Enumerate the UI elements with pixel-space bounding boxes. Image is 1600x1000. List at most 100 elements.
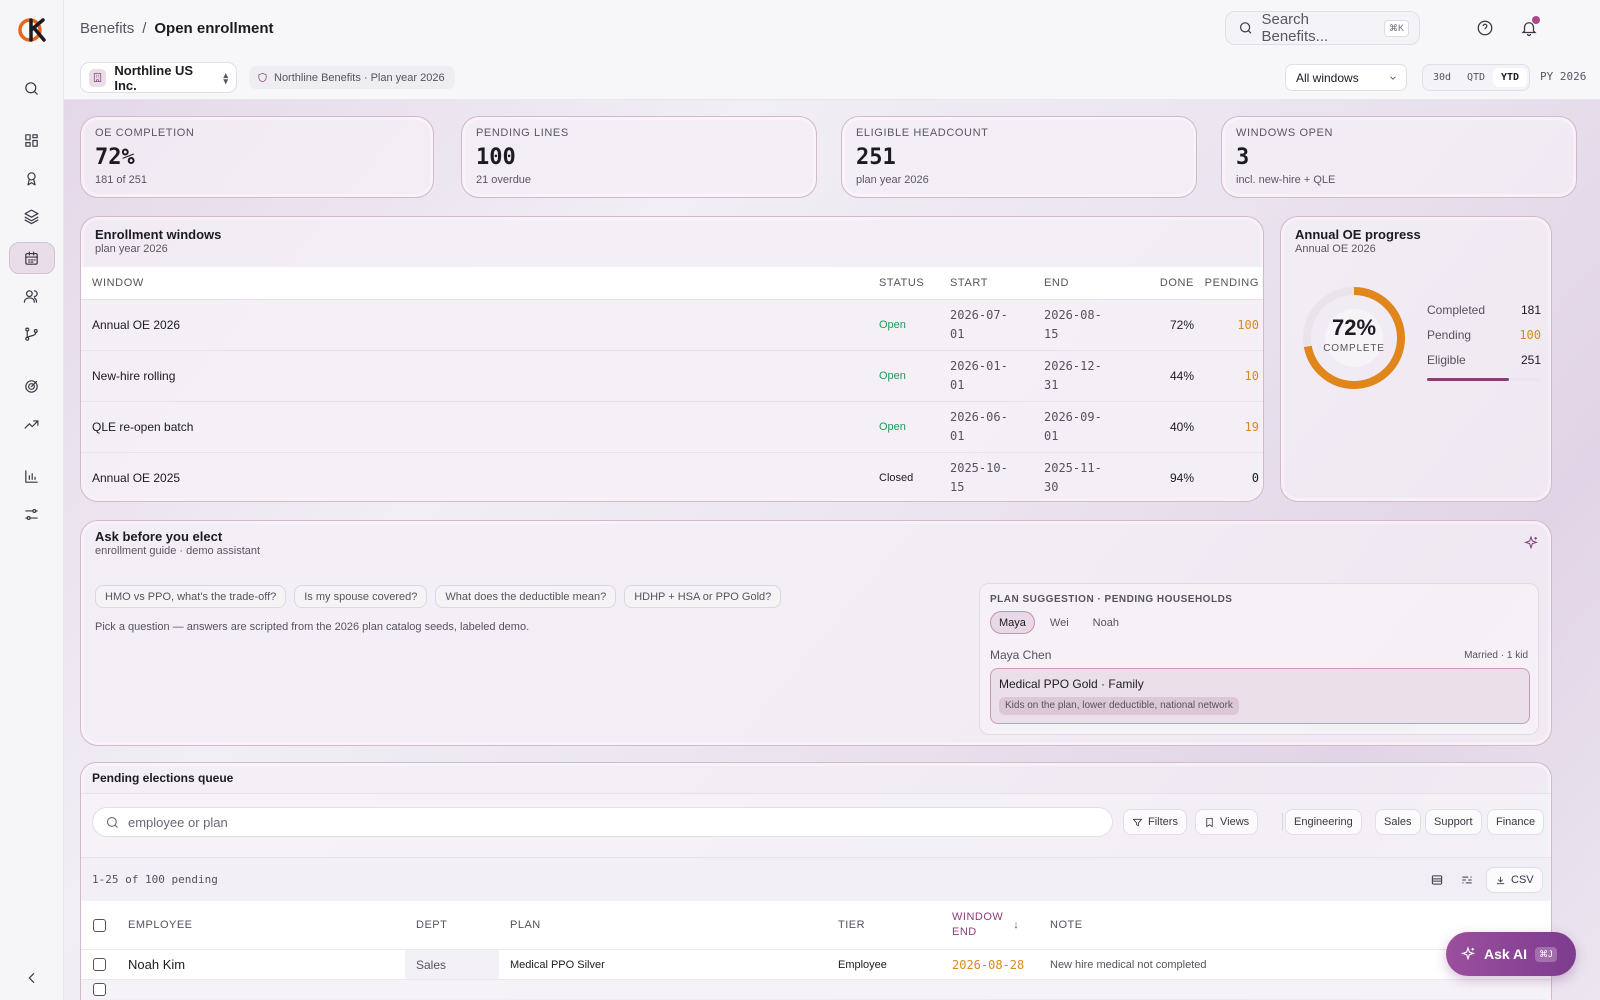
dept-filter-sales[interactable]: Sales [1375, 809, 1421, 835]
card-title: Ask before you elect [95, 529, 223, 544]
sidebar-search-icon[interactable] [9, 72, 55, 104]
filters-button[interactable]: Filters [1123, 809, 1187, 835]
shield-icon [258, 72, 267, 83]
range-ytd[interactable]: YTD [1493, 68, 1527, 87]
col-plan[interactable]: PLAN [499, 919, 827, 931]
queue-search-input[interactable]: employee or plan [92, 807, 1113, 837]
kpi-label: WINDOWS OPEN [1236, 127, 1334, 139]
table-header: WINDOW STATUS START END DONE PENDING [81, 267, 1263, 299]
question-chip[interactable]: HDHP + HSA or PPO Gold? [624, 585, 782, 608]
dashboard-icon[interactable] [9, 124, 55, 156]
ask-ai-button[interactable]: Ask AI ⌘J [1446, 932, 1576, 976]
employee-plan: Medical PPO Silver [510, 958, 605, 971]
dept-filter-engineering[interactable]: Engineering [1285, 809, 1362, 835]
row-checkbox[interactable] [92, 983, 106, 996]
download-icon [1496, 876, 1505, 884]
col-start[interactable]: START [950, 277, 1044, 289]
col-end[interactable]: END [1044, 277, 1144, 289]
col-window-end[interactable]: WINDOW END ↓ [941, 910, 1039, 941]
donut-percent: 72% [1331, 315, 1377, 340]
toolbar-divider [1282, 813, 1283, 831]
completion-bar [1427, 378, 1541, 381]
household-tabs: Maya Wei Noah [990, 611, 1528, 634]
question-chip[interactable]: HMO vs PPO, what's the trade-off? [95, 585, 287, 608]
kpi-value: 3 [1236, 145, 1250, 170]
help-icon[interactable] [1476, 19, 1494, 37]
tab-wei[interactable]: Wei [1041, 611, 1078, 634]
select-all-checkbox[interactable] [92, 918, 106, 932]
table-row[interactable]: Annual OE 2026 Open 2026-07- 01 2026-08- 1… [81, 299, 1263, 350]
table-row[interactable]: Noah Kim Sales Medical PPO Silver Employ… [81, 949, 1551, 979]
dept-filter-finance[interactable]: Finance [1487, 809, 1545, 835]
queue-count: 1-25 of 100 pending [92, 873, 218, 886]
col-note[interactable]: NOTE [1039, 919, 1551, 931]
table-row[interactable] [81, 979, 1551, 999]
kpi-subtext: incl. new-hire + QLE [1236, 174, 1336, 186]
org-switcher[interactable]: Northline US Inc. ▴ ▾ [80, 62, 237, 93]
range-30d[interactable]: 30d [1425, 68, 1459, 87]
window-name: Annual OE 2025 [92, 471, 181, 485]
sort-desc-icon: ↓ [1013, 919, 1020, 931]
col-pending[interactable]: PENDING [1194, 277, 1259, 289]
col-status[interactable]: STATUS [879, 277, 950, 289]
collapse-sidebar-button[interactable] [0, 970, 64, 986]
kpi-value: 251 [856, 145, 896, 170]
global-search-input[interactable]: Search Benefits... ⌘K [1225, 11, 1420, 45]
table-row[interactable]: Annual OE 2025 Closed 2025-10- 15 2025-11… [81, 452, 1263, 501]
users-icon[interactable] [9, 280, 55, 312]
tab-maya[interactable]: Maya [990, 611, 1035, 634]
col-window[interactable]: WINDOW [81, 277, 879, 289]
employee-name: Noah Kim [128, 957, 186, 972]
tab-noah[interactable]: Noah [1084, 611, 1128, 634]
dept-filter-support[interactable]: Support [1425, 809, 1482, 835]
sliders-icon[interactable] [9, 498, 55, 530]
views-button[interactable]: Views [1195, 809, 1259, 835]
legend-eligible: Eligible 251 [1427, 352, 1541, 367]
bookmark-icon [1206, 817, 1213, 827]
question-chip[interactable]: Is my spouse covered? [294, 585, 428, 608]
status-badge: Open [879, 421, 906, 433]
kpi-subtext: 21 overdue [476, 174, 532, 186]
table-row[interactable]: QLE re-open batch Open 2026-06- 01 2026-0… [81, 401, 1263, 452]
search-placeholder: Search Benefits... [1261, 11, 1329, 45]
sparkle-icon[interactable] [1523, 535, 1539, 551]
table-header: EMPLOYEE DEPT PLAN TIER WINDOW END ↓ NOTE [81, 901, 1551, 949]
breadcrumb-parent[interactable]: Benefits [80, 20, 134, 37]
export-csv-button[interactable]: CSV [1486, 867, 1543, 893]
col-done[interactable]: DONE [1144, 277, 1194, 289]
window-select[interactable]: All windows [1285, 64, 1407, 91]
queue-toolbar: employee or plan Filters Views Engineeri… [81, 793, 1551, 857]
range-qtd[interactable]: QTD [1459, 68, 1493, 87]
done-percent: 94% [1169, 471, 1194, 485]
card-title: Enrollment windows [95, 227, 222, 242]
window-name: QLE re-open batch [92, 420, 194, 434]
app-logo[interactable] [17, 16, 46, 44]
layers-icon[interactable] [9, 200, 55, 232]
question-chips: HMO vs PPO, what's the trade-off? Is my … [95, 585, 782, 608]
card-subtitle: enrollment guide · demo assistant [95, 545, 261, 557]
col-employee[interactable]: EMPLOYEE [117, 901, 405, 949]
kpi-subtext: 181 of 251 [95, 174, 147, 186]
bar-chart-icon[interactable] [9, 460, 55, 492]
kpi-label: PENDING LINES [476, 127, 569, 139]
ask-ai-label: Ask AI [1484, 946, 1528, 962]
trending-up-icon[interactable] [9, 408, 55, 440]
notifications-bell-icon[interactable] [1520, 16, 1540, 37]
legend-completed: Completed 181 [1427, 302, 1541, 317]
density-icon[interactable] [1425, 868, 1449, 892]
question-chip[interactable]: What does the deductible mean? [435, 585, 617, 608]
queue-info-bar: 1-25 of 100 pending CSV [81, 857, 1551, 901]
suggested-plan[interactable]: Medical PPO Gold · Family Kids on the pl… [990, 668, 1530, 724]
pending-elections-table: EMPLOYEE DEPT PLAN TIER WINDOW END ↓ NOTE … [81, 901, 1551, 999]
col-tier[interactable]: TIER [827, 919, 941, 931]
search-shortcut: ⌘K [1383, 19, 1409, 37]
plan-chip[interactable]: Northline Benefits · Plan year 2026 [249, 66, 455, 89]
table-row[interactable]: New-hire rolling Open 2026-01- 01 2026-12… [81, 350, 1263, 401]
award-icon[interactable] [9, 162, 55, 194]
col-dept[interactable]: DEPT [405, 901, 499, 949]
row-checkbox[interactable] [92, 958, 106, 971]
target-icon[interactable] [9, 370, 55, 402]
columns-settings-icon[interactable] [1455, 868, 1479, 892]
branch-icon[interactable] [9, 318, 55, 350]
calendar-icon[interactable] [8, 242, 55, 274]
